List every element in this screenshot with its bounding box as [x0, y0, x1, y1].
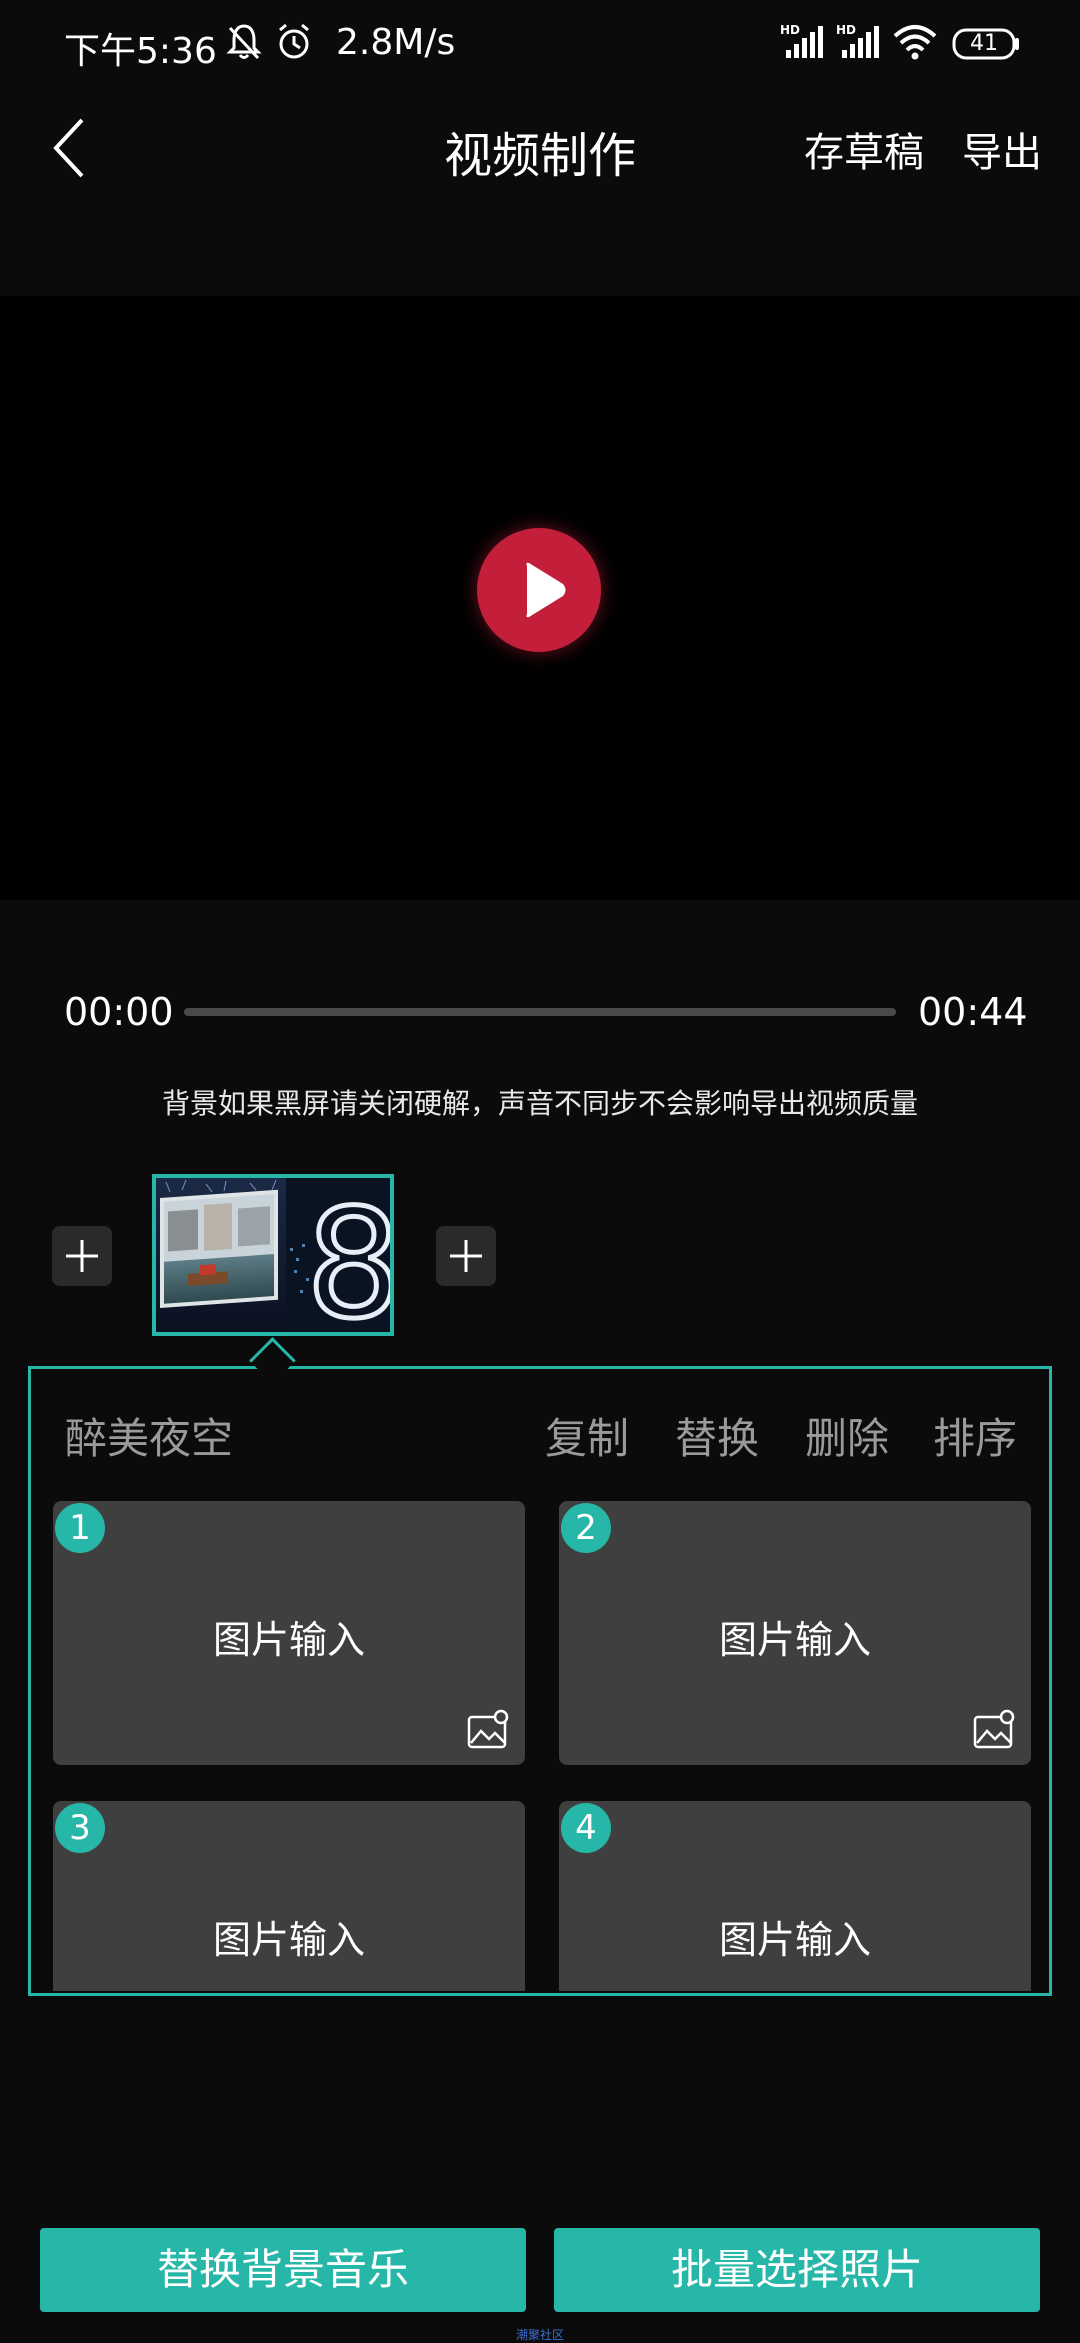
total-time: 00:44: [918, 990, 1028, 1034]
play-button[interactable]: [477, 528, 601, 652]
replace-music-button[interactable]: 替换背景音乐: [40, 2228, 526, 2312]
top-app-bar: 视频制作 存草稿 导出: [0, 88, 1080, 208]
plus-icon: [66, 1240, 98, 1272]
image-slot[interactable]: 1 图片输入: [53, 1501, 525, 1765]
status-bar: 下午5:36 2.8M/s HD HD 41: [0, 0, 1080, 88]
current-time: 00:00: [64, 990, 174, 1034]
replace-button[interactable]: 替换: [675, 1405, 759, 1466]
play-icon: [526, 562, 566, 618]
battery-icon: 41: [952, 28, 1019, 60]
template-editor-panel: 醉美夜空 复制 替换 删除 排序 1 图片输入 2 图片输入 3 图片输入 4 …: [28, 1366, 1052, 1996]
export-button[interactable]: 导出: [962, 120, 1042, 178]
batch-select-photos-button[interactable]: 批量选择照片: [554, 2228, 1040, 2312]
delete-button[interactable]: 删除: [805, 1405, 889, 1466]
clip-thumbnail[interactable]: 8: [152, 1174, 394, 1336]
save-draft-button[interactable]: 存草稿: [804, 120, 924, 178]
alarm-icon: [276, 22, 312, 66]
image-icon: [973, 1709, 1015, 1749]
slot-index-badge: 4: [561, 1803, 611, 1853]
hd-signal-icon: HD: [780, 22, 824, 66]
template-name: 醉美夜空: [65, 1414, 234, 1463]
svg-text:HD: HD: [780, 23, 800, 37]
slot-index-badge: 2: [561, 1503, 611, 1553]
svg-text:HD: HD: [836, 23, 856, 37]
wifi-icon: [892, 22, 938, 66]
video-preview[interactable]: [0, 296, 1080, 900]
hardware-decode-notice: 背景如果黑屏请关闭硬解，声音不同步不会影响导出视频质量: [161, 1087, 918, 1120]
watermark: 潮聚社区: [515, 2328, 564, 2342]
slot-index-badge: 1: [55, 1503, 105, 1553]
image-slot-label: 图片输入: [718, 1918, 871, 1962]
image-slot[interactable]: 3 图片输入: [53, 1801, 525, 1991]
add-clip-after-button[interactable]: [436, 1226, 496, 1286]
image-slot[interactable]: 2 图片输入: [559, 1501, 1031, 1765]
hd-signal-icon: HD: [836, 22, 880, 66]
sort-button[interactable]: 排序: [933, 1405, 1017, 1466]
image-slot-label: 图片输入: [212, 1918, 365, 1962]
battery-level: 41: [970, 31, 998, 56]
thumbnail-digit: 8: [306, 1178, 390, 1332]
progress-slider[interactable]: [184, 1008, 896, 1016]
add-clip-before-button[interactable]: [52, 1226, 112, 1286]
status-time: 下午5:36: [64, 31, 217, 72]
clip-thumbnail-image: 8: [156, 1178, 390, 1332]
copy-button[interactable]: 复制: [545, 1405, 629, 1466]
image-icon: [467, 1709, 509, 1749]
network-speed: 2.8M/s: [336, 22, 456, 63]
image-slot-label: 图片输入: [718, 1618, 871, 1662]
mute-bell-icon: [226, 22, 262, 66]
image-slot-label: 图片输入: [212, 1618, 365, 1662]
slot-index-badge: 3: [55, 1803, 105, 1853]
image-slot[interactable]: 4 图片输入: [559, 1801, 1031, 1991]
plus-icon: [450, 1240, 482, 1272]
